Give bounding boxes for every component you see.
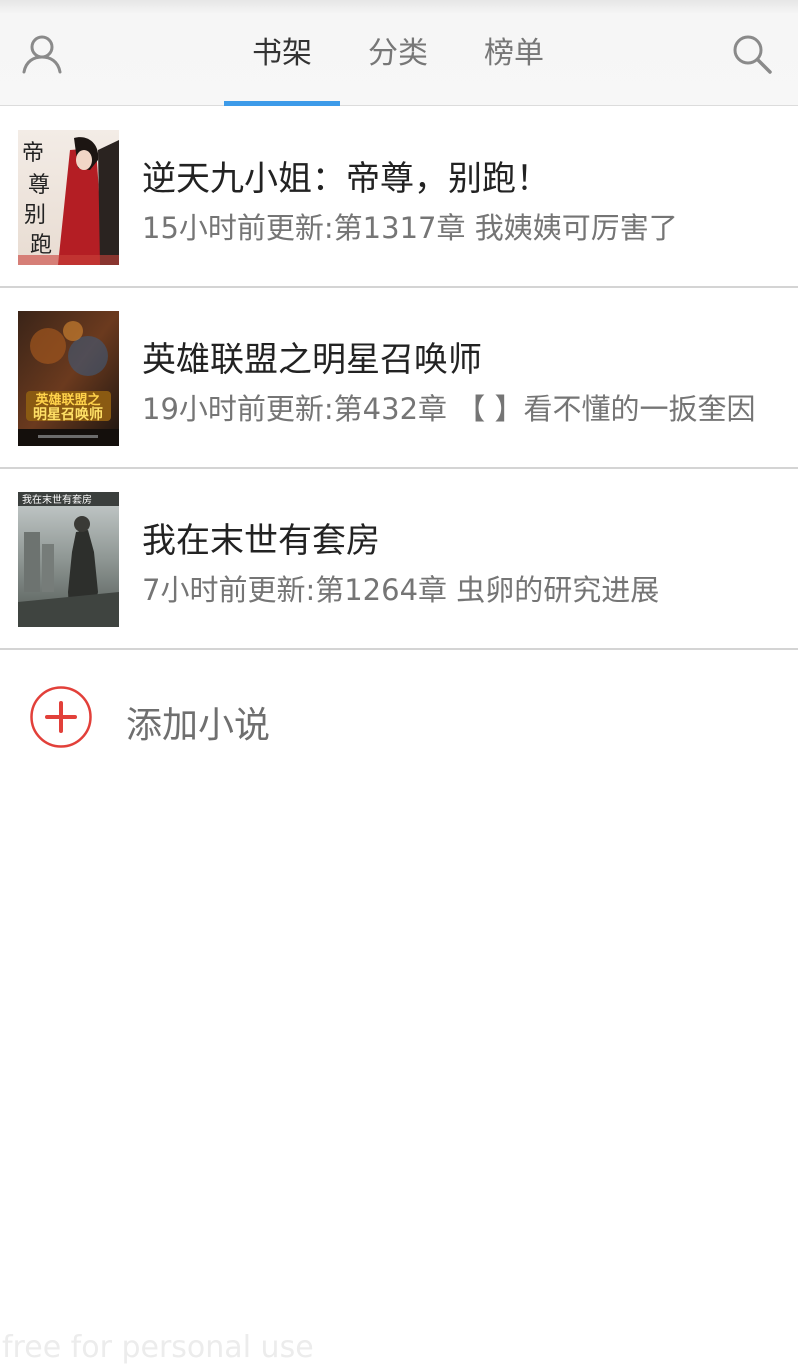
add-circle-icon	[29, 685, 93, 749]
tab-ranking[interactable]: 榜单	[466, 32, 562, 76]
add-novel-label: 添加小说	[126, 705, 271, 746]
svg-text:帝: 帝	[22, 141, 44, 166]
book-update-info: 19小时前更新:第432章 【 】看不懂的一扳奎因	[142, 392, 756, 426]
watermark-text: free for personal use	[2, 1330, 314, 1365]
book-update-info: 7小时前更新:第1264章 虫卵的研究进展	[142, 573, 660, 607]
svg-text:别: 别	[24, 203, 46, 228]
book-title: 我在末世有套房	[142, 521, 380, 561]
book-title: 逆天九小姐：帝尊，别跑！	[142, 159, 550, 199]
book-title: 英雄联盟之明星召唤师	[142, 340, 482, 380]
book-list-item[interactable]: 帝 尊 别 跑 逆天九小姐：帝尊，别跑！ 15小时前更新:第1317章 我姨姨可…	[0, 107, 798, 288]
svg-text:跑: 跑	[30, 233, 52, 258]
svg-text:尊: 尊	[28, 173, 50, 198]
svg-text:英雄联盟之: 英雄联盟之	[34, 392, 100, 408]
active-tab-indicator	[224, 101, 340, 106]
book-cover-image: 帝 尊 别 跑	[18, 130, 119, 265]
add-novel-button[interactable]: 添加小说	[0, 652, 798, 782]
book-list-item[interactable]: 我在末世有套房 我在末世有套房 7小时前更新:第1264章 虫卵的研究进展	[0, 469, 798, 650]
svg-text:我在末世有套房: 我在末世有套房	[22, 493, 92, 506]
book-cover-image: 我在末世有套房	[18, 492, 119, 627]
book-cover-image: 英雄联盟之 明星召唤师	[18, 311, 119, 446]
top-navigation-bar: 书架 分类 榜单	[0, 0, 798, 106]
user-profile-icon[interactable]	[18, 30, 66, 78]
book-update-info: 15小时前更新:第1317章 我姨姨可厉害了	[142, 211, 678, 245]
search-icon[interactable]	[728, 30, 776, 78]
tab-bookshelf[interactable]: 书架	[224, 32, 340, 76]
svg-text:明星召唤师: 明星召唤师	[33, 406, 103, 423]
tab-category[interactable]: 分类	[350, 32, 446, 76]
book-list-item[interactable]: 英雄联盟之 明星召唤师 英雄联盟之明星召唤师 19小时前更新:第432章 【 】…	[0, 288, 798, 469]
